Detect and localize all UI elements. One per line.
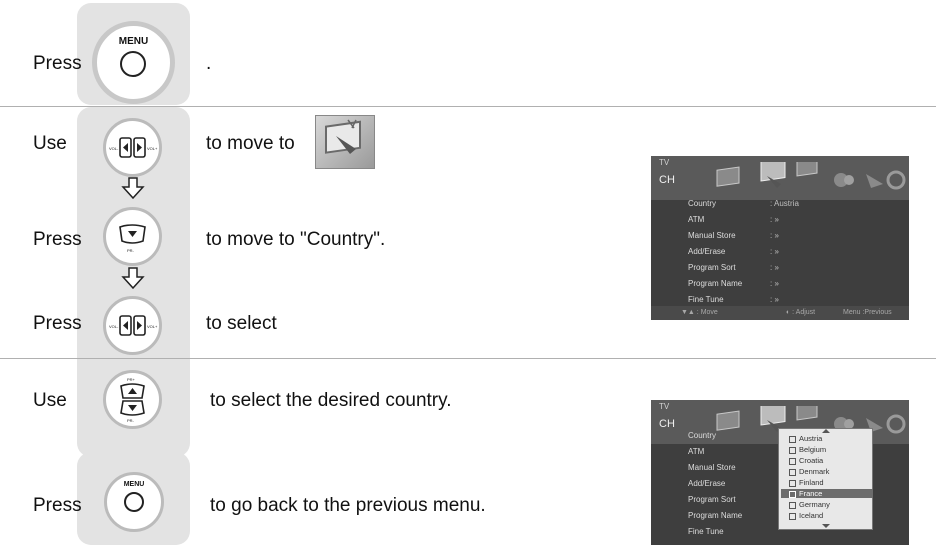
pr-up-down-button-icon: PR+ PR-: [103, 370, 162, 429]
tv-menu-value: : »: [770, 279, 779, 288]
separator-2: [0, 358, 936, 359]
tv-menu-title: TV: [659, 158, 670, 167]
country-option[interactable]: Iceland: [789, 511, 823, 520]
country-option[interactable]: Germany: [789, 500, 830, 509]
tv-menu-item: Program Sort: [688, 495, 736, 504]
tv-menu-footer: ▼▲ : Move ◐ : Adjust Menu :Previous: [651, 306, 909, 320]
vol-plus-label: VOL+: [147, 146, 158, 151]
tv-menu-item: Manual Store: [688, 463, 736, 472]
tv-menu-item: ATM: [688, 215, 705, 224]
tv-menu-screen-country-list: TV CH Country ATM Manual Store Add/Erase…: [651, 400, 909, 545]
arrow-down-icon: [121, 177, 145, 199]
tv-menu-screen-channel: TV CH Country : Austria ATM : » Manual S…: [651, 156, 909, 320]
step-text: to move to: [206, 133, 295, 154]
footer-move: ▼▲ : Move: [681, 309, 718, 316]
tv-menu-value: : Austria: [770, 199, 799, 208]
step-label: Press: [33, 313, 82, 334]
menu-button-icon: MENU: [92, 21, 175, 104]
step-text: to select: [206, 313, 277, 334]
vol-left-right-button-icon: VOL- VOL+: [103, 296, 162, 355]
tv-menu-title: TV: [659, 402, 670, 411]
tv-menu-item: Program Name: [688, 511, 743, 520]
vol-left-right-button-icon: VOL- VOL+: [103, 118, 162, 177]
pr-minus-label: PR-: [127, 248, 135, 253]
step-label: Use: [33, 133, 67, 154]
tv-menu-section: CH: [659, 174, 675, 186]
step-label: Press: [33, 53, 82, 74]
tv-menu-value: : »: [770, 231, 779, 240]
separator-1: [0, 106, 936, 107]
tv-menu-item: ATM: [688, 447, 705, 456]
tv-menu-item: Country: [688, 199, 717, 208]
country-option[interactable]: Finland: [789, 478, 824, 487]
step-text: to move to "Country".: [206, 229, 386, 250]
country-option[interactable]: Belgium: [789, 445, 826, 454]
tv-menu-value: : »: [770, 247, 779, 256]
step-label: Press: [33, 495, 82, 516]
scroll-up-icon[interactable]: [822, 429, 830, 433]
step-text: .: [206, 53, 212, 74]
tv-menu-item: Country: [688, 431, 717, 440]
step-label: Press: [33, 229, 82, 250]
menu-button-label: MENU: [118, 36, 149, 47]
country-option[interactable]: Austria: [789, 434, 822, 443]
country-dropdown-list[interactable]: Austria Belgium Croatia Denmark Finland …: [778, 428, 873, 530]
step-text: to select the desired country.: [210, 390, 452, 411]
tv-menu-icons: [716, 162, 906, 190]
country-option-selected[interactable]: France: [781, 489, 873, 498]
vol-plus-label: VOL+: [147, 324, 158, 329]
menu-button-icon: MENU: [104, 472, 164, 532]
tv-menu-item: Program Name: [688, 279, 743, 288]
tv-menu-section: CH: [659, 418, 675, 430]
arrow-down-icon: [121, 267, 145, 289]
step-text: to go back to the previous menu.: [210, 495, 486, 516]
tv-menu-item: Program Sort: [688, 263, 736, 272]
tv-menu-value: : »: [770, 215, 779, 224]
channel-menu-icon: [315, 115, 375, 169]
tv-menu-item: Add/Erase: [688, 479, 726, 488]
step-label: Use: [33, 390, 67, 411]
vol-minus-label: VOL-: [109, 324, 119, 329]
footer-adjust: ◐ : Adjust: [786, 309, 816, 316]
pr-plus-label: PR+: [127, 377, 136, 382]
country-option[interactable]: Denmark: [789, 467, 829, 476]
menu-button-label: MENU: [123, 481, 145, 488]
tv-menu-item: Fine Tune: [688, 527, 724, 536]
tv-menu-item: Fine Tune: [688, 295, 724, 304]
pr-down-button-icon: PR-: [103, 207, 162, 266]
footer-menu: Menu :Previous: [843, 309, 892, 316]
scroll-down-icon[interactable]: [822, 524, 830, 528]
country-option[interactable]: Croatia: [789, 456, 823, 465]
pr-minus-label: PR-: [127, 418, 135, 423]
tv-menu-item: Add/Erase: [688, 247, 726, 256]
vol-minus-label: VOL-: [109, 146, 119, 151]
tv-menu-value: : »: [770, 295, 779, 304]
tv-menu-item: Manual Store: [688, 231, 736, 240]
tv-menu-value: : »: [770, 263, 779, 272]
